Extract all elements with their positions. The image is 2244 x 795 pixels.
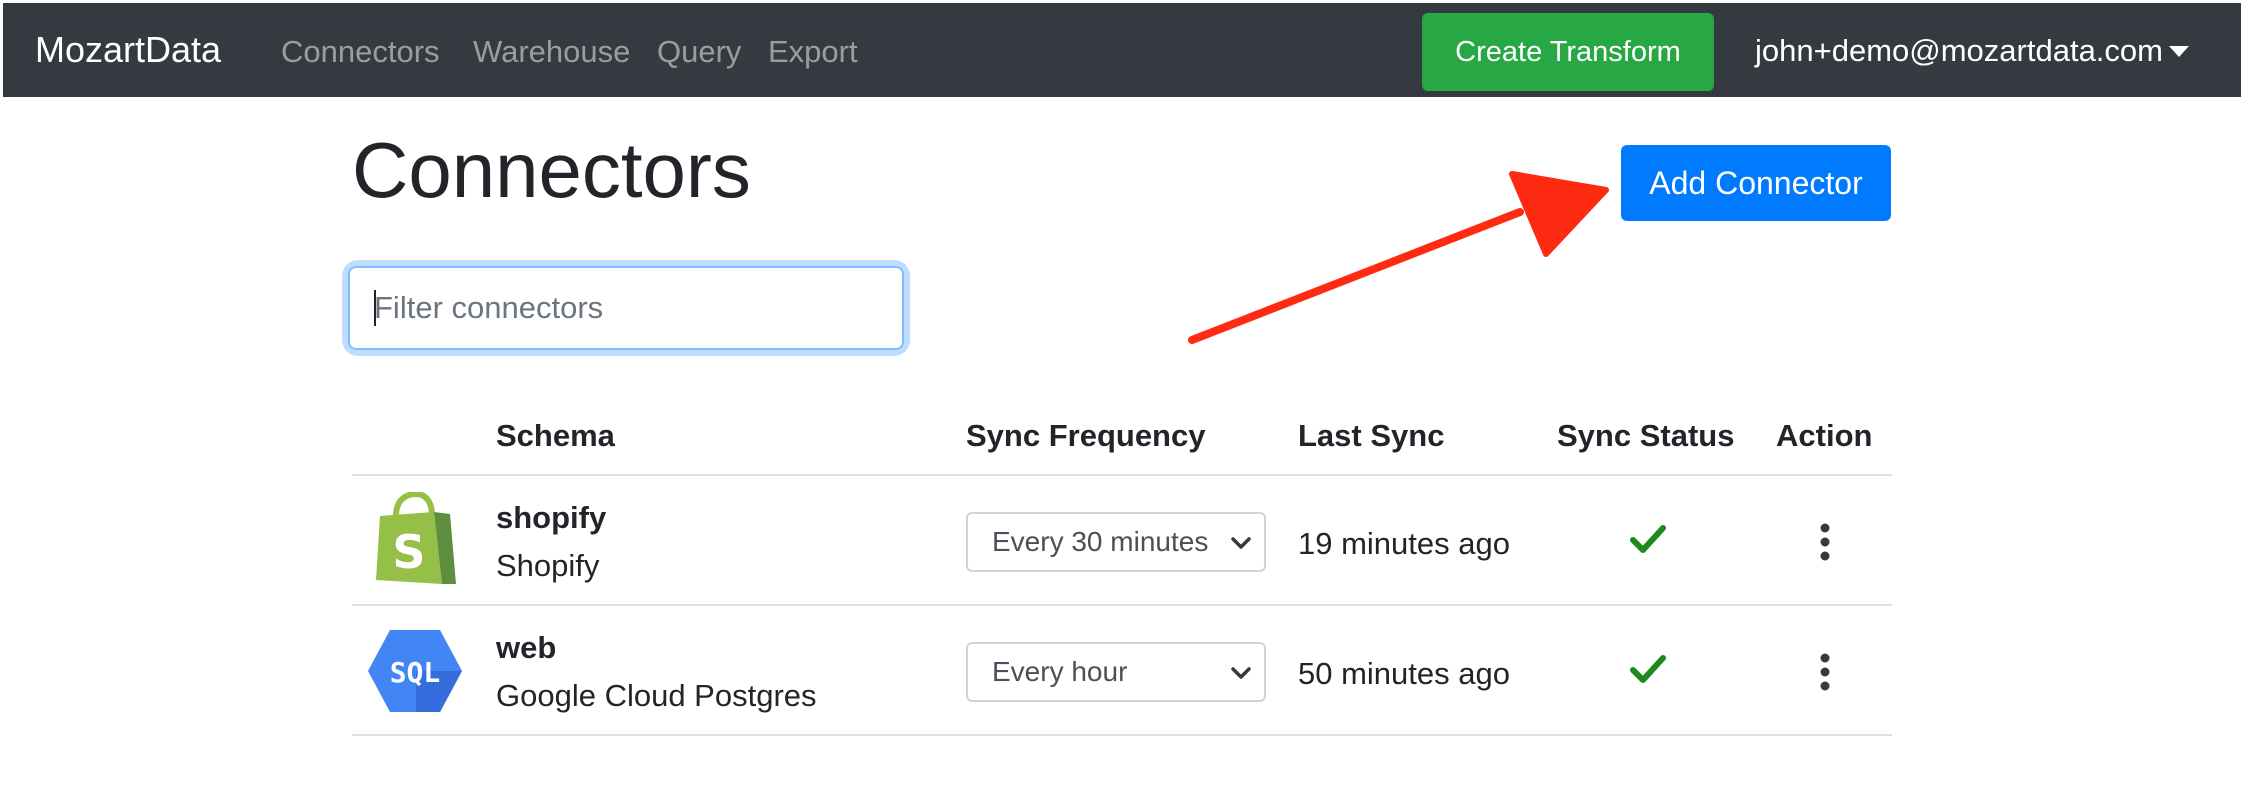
sync-frequency-select[interactable]: Every hour	[966, 642, 1266, 702]
column-header-schema[interactable]: Schema	[496, 418, 615, 454]
sync-frequency-select[interactable]: Every 30 minutes	[966, 512, 1266, 572]
page-title: Connectors	[352, 126, 751, 214]
table-header-divider	[352, 474, 1892, 476]
caret-down-icon	[2168, 45, 2189, 57]
connector-name[interactable]: shopify	[496, 500, 606, 536]
top-navbar: MozartData Connectors Warehouse Query Ex…	[3, 3, 2241, 97]
chevron-down-icon	[1231, 667, 1251, 679]
filter-field-wrapper	[348, 266, 904, 350]
create-transform-button[interactable]: Create Transform	[1422, 13, 1714, 91]
last-sync-time: 19 minutes ago	[1298, 526, 1510, 561]
text-cursor	[374, 290, 376, 326]
connector-name[interactable]: web	[496, 630, 556, 666]
kebab-menu-icon[interactable]	[1812, 522, 1838, 562]
success-check-icon	[1630, 655, 1666, 683]
user-menu-dropdown[interactable]: john+demo@mozartdata.com	[1755, 33, 2189, 69]
column-header-action[interactable]: Action	[1776, 418, 1872, 454]
sync-frequency-value: Every hour	[992, 656, 1128, 687]
user-email: john+demo@mozartdata.com	[1755, 33, 2163, 68]
google-cloud-sql-logo-icon: SQL	[368, 630, 462, 712]
add-connector-button[interactable]: Add Connector	[1621, 145, 1891, 221]
column-header-last-sync[interactable]: Last Sync	[1298, 418, 1444, 454]
filter-connectors-input[interactable]	[348, 266, 904, 350]
brand-logo-text[interactable]: MozartData	[35, 29, 221, 71]
svg-text:SQL: SQL	[390, 656, 441, 689]
nav-link-warehouse[interactable]: Warehouse	[473, 34, 630, 70]
table-row-divider	[352, 734, 1892, 736]
chevron-down-icon	[1231, 537, 1251, 549]
connector-service: Google Cloud Postgres	[496, 678, 817, 713]
sync-frequency-value: Every 30 minutes	[992, 526, 1209, 557]
nav-link-export[interactable]: Export	[768, 34, 858, 70]
nav-link-connectors[interactable]: Connectors	[281, 34, 440, 70]
shopify-logo-icon: S	[376, 492, 456, 584]
last-sync-time: 50 minutes ago	[1298, 656, 1510, 691]
svg-text:S: S	[392, 525, 425, 579]
connectors-page: MozartData Connectors Warehouse Query Ex…	[0, 0, 2244, 795]
table-row-divider	[352, 604, 1892, 606]
connector-service: Shopify	[496, 548, 600, 583]
success-check-icon	[1630, 525, 1666, 553]
nav-link-query[interactable]: Query	[657, 34, 741, 70]
column-header-sync-frequency[interactable]: Sync Frequency	[966, 418, 1205, 454]
column-header-sync-status[interactable]: Sync Status	[1557, 418, 1734, 454]
kebab-menu-icon[interactable]	[1812, 652, 1838, 692]
